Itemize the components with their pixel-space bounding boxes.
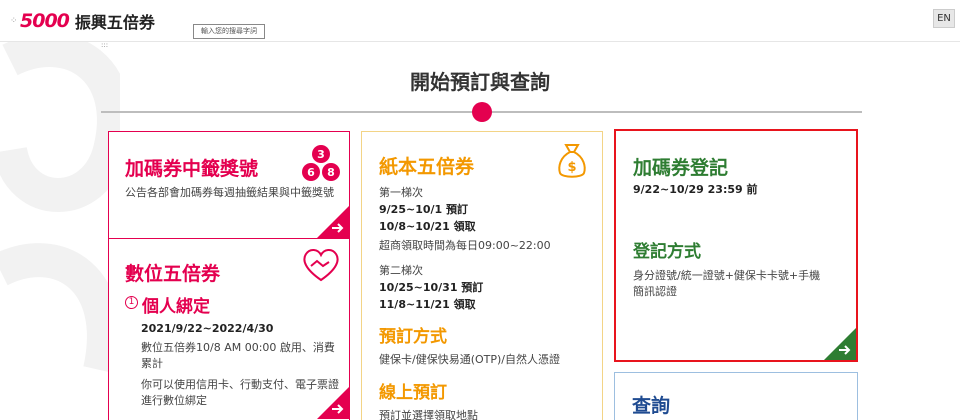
lottery-ball-number: 8: [327, 166, 335, 179]
register-arrow-button[interactable]: [824, 328, 856, 360]
lottery-balls-icon: 3 6 8: [302, 145, 340, 181]
digital-title: 數位五倍券: [125, 263, 221, 285]
step-title: 個人綁定: [142, 297, 210, 317]
site-header: ⁘ 5000 振興五倍券 輸入您的搜尋字詞 EN: [0, 0, 960, 42]
online-reservation-text: 預訂並選擇領取地點: [379, 409, 478, 420]
svg-text:$: $: [567, 160, 576, 175]
logo-number: 5000: [20, 10, 70, 32]
batch1-reserve: 9/25~10/1 預訂: [379, 203, 469, 216]
reservation-method-text: 健保卡/健保快易通(OTP)/自然人憑證: [379, 353, 561, 366]
batch1-pickup: 10/8~10/21 領取: [379, 220, 476, 233]
lottery-arrow-button[interactable]: [317, 206, 349, 238]
store-pickup-hours: 超商領取時間為每日09:00~22:00: [379, 239, 551, 252]
arrow-right-icon: [317, 206, 349, 238]
card-paper-voucher[interactable]: 紙本五倍券 $ 第一梯次 9/25~10/1 預訂 10/8~10/21 領取 …: [361, 131, 603, 420]
register-period: 9/22~10/29 23:59 前: [633, 183, 758, 196]
reservation-method-title: 預訂方式: [379, 327, 447, 347]
register-method-title: 登記方式: [633, 242, 701, 262]
lottery-description: 公告各部會加碼券每週抽籤結果與中籤獎號: [125, 186, 334, 199]
online-reservation-title: 線上預訂: [379, 383, 447, 403]
arrow-right-icon: [824, 328, 856, 360]
title-dot: [472, 102, 492, 122]
card-query[interactable]: 查詢: [614, 372, 858, 420]
logo-name: 振興五倍券: [74, 13, 155, 32]
register-title: 加碼券登記: [633, 157, 729, 179]
register-method-text: 身分證號/統一證號+健保卡卡號+手機簡訊認證: [633, 269, 821, 298]
lottery-title: 加碼券中籤獎號: [125, 158, 259, 180]
paper-title: 紙本五倍券: [379, 156, 475, 178]
page-title: 開始預訂與查詢: [410, 70, 550, 94]
logo-dots: ⁘: [10, 16, 18, 26]
batch1-label: 第一梯次: [379, 186, 423, 199]
heart-handshake-icon: [303, 249, 339, 282]
batch2-label: 第二梯次: [379, 264, 423, 277]
digital-arrow-button[interactable]: [317, 387, 349, 419]
query-title: 查詢: [632, 395, 671, 417]
step-number-badge: 1: [125, 296, 138, 309]
batch2-pickup: 11/8~11/21 領取: [379, 298, 476, 311]
lottery-ball-number: 6: [307, 166, 315, 179]
accesskey-dots[interactable]: :::: [101, 41, 108, 49]
money-bag-icon: $: [558, 144, 586, 178]
lottery-ball-number: 3: [317, 148, 325, 161]
digital-activation-text: 數位五倍券10/8 AM 00:00 啟用、消費累計: [141, 341, 335, 370]
site-logo[interactable]: ⁘ 5000 振興五倍券: [10, 9, 155, 33]
batch2-reserve: 10/25~10/31 預訂: [379, 281, 484, 294]
card-digital-voucher[interactable]: 數位五倍券 1 個人綁定 2021/9/22~2022/4/30 數位五倍券10…: [108, 238, 350, 420]
background-decoration: [0, 40, 120, 420]
arrow-right-icon: [317, 387, 349, 419]
digital-binding-text: 你可以使用信用卡、行動支付、電子票證進行數位綁定: [141, 378, 339, 407]
language-button[interactable]: EN: [933, 9, 955, 28]
card-bonus-registration[interactable]: 加碼券登記 9/22~10/29 23:59 前 登記方式 身分證號/統一證號+…: [614, 129, 858, 362]
search-input[interactable]: 輸入您的搜尋字詞: [193, 24, 265, 39]
card-lottery-results[interactable]: 加碼券中籤獎號 3 6 8 公告各部會加碼券每週抽籤結果與中籤獎號: [108, 131, 350, 238]
digital-date: 2021/9/22~2022/4/30: [141, 322, 274, 335]
